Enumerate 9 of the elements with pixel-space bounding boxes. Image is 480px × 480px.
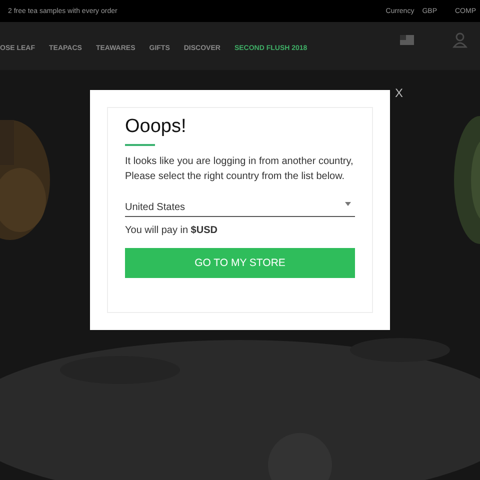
flag-icon[interactable] [400, 35, 414, 45]
payment-note: You will pay in $USD [125, 225, 218, 236]
country-dropdown[interactable]: United States [125, 199, 355, 217]
go-to-store-button[interactable]: GO TO MY STORE [125, 248, 355, 278]
caret-icon [345, 202, 351, 206]
close-button[interactable]: X [395, 86, 404, 100]
modal-title: Ooops! [125, 116, 188, 138]
user-icon[interactable] [452, 32, 468, 48]
modal-message: It looks like you are logging in from another country, Please select the right country from the list below. [125, 155, 354, 184]
